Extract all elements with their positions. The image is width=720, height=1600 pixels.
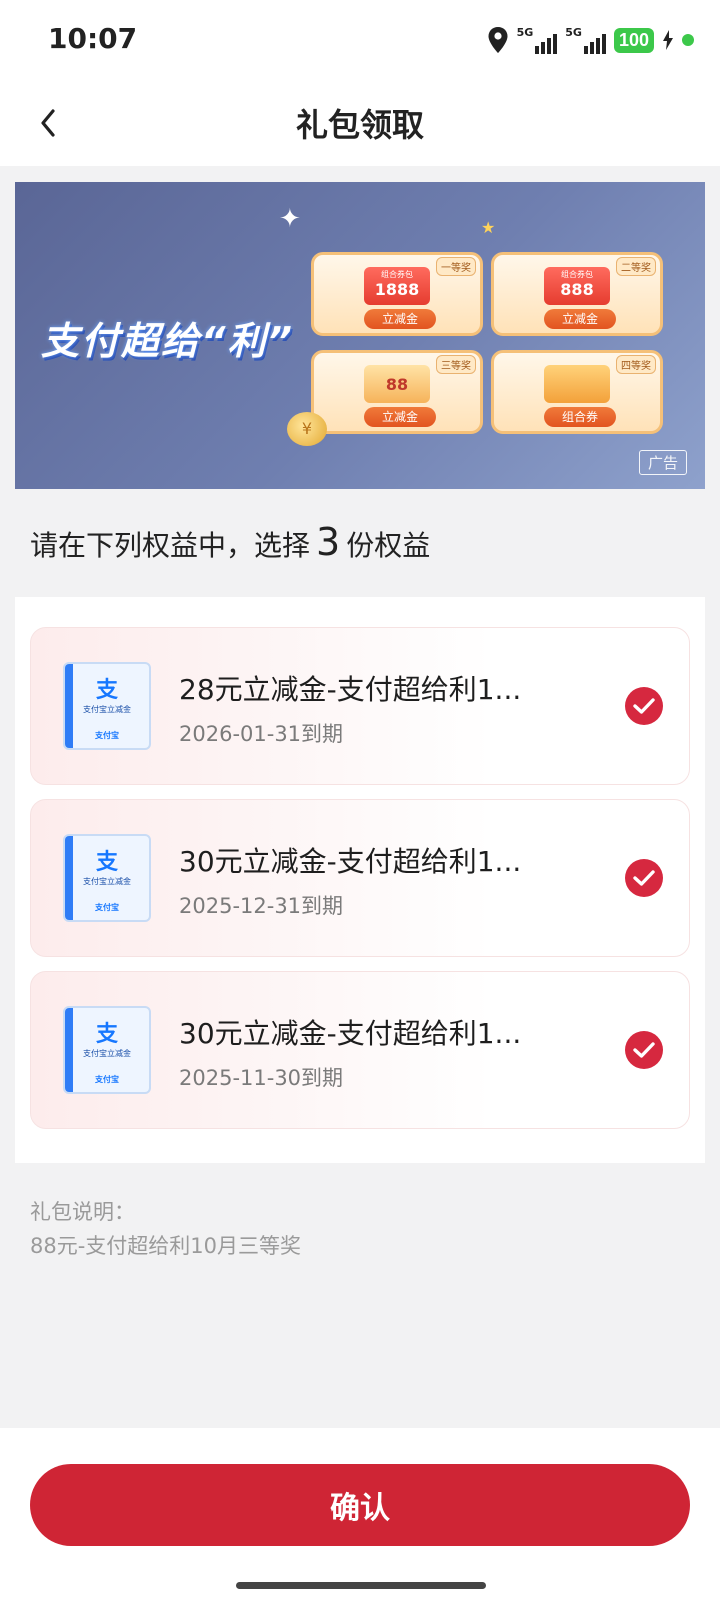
coin-icon: ¥ [287, 412, 327, 446]
gift-envelope-icon [544, 365, 610, 403]
status-time: 10:07 [48, 22, 138, 55]
page-title: 礼包领取 [295, 106, 424, 144]
status-bar: 10:07 5G 5G 100 [0, 0, 720, 80]
reward-item[interactable]: 支 支付宝立减金 支付宝 28元立减金-支付超给利1... 2026-01-31… [30, 627, 690, 785]
nav-bar: 礼包领取 [0, 80, 720, 166]
selection-count: 3 [316, 520, 341, 564]
alipay-coupon-icon: 支 支付宝立减金 支付宝 [63, 662, 151, 750]
thumb-logo: 支付宝 [95, 1075, 119, 1084]
reward-item[interactable]: 支 支付宝立减金 支付宝 30元立减金-支付超给利1... 2025-11-30… [30, 971, 690, 1129]
reward-expiry: 2025-12-31到期 [179, 894, 344, 918]
reward-list: 支 支付宝立减金 支付宝 28元立减金-支付超给利1... 2026-01-31… [15, 597, 705, 1163]
prize-button: 立减金 [364, 309, 436, 329]
bottom-bar: 确认 [0, 1428, 720, 1600]
network-label: 5G [565, 26, 582, 39]
prize-card-fourth: 四等奖 组合券 [491, 350, 663, 434]
alipay-coupon-icon: 支 支付宝立减金 支付宝 [63, 834, 151, 922]
gift-description-label: 礼包说明： [30, 1200, 135, 1224]
thumb-label: 支付宝立减金 [83, 877, 131, 886]
prize-box: 组合券包 1888 [364, 267, 430, 305]
selection-instruction: 请在下列权益中，选择 3 份权益 [30, 520, 430, 564]
status-icons: 5G 5G 100 [487, 22, 694, 58]
battery-icon: 100 [613, 27, 654, 53]
reward-title: 30元立减金-支付超给利1... [179, 1017, 522, 1050]
prize-box-label: 组合券包 [381, 270, 413, 279]
reward-title: 28元立减金-支付超给利1... [179, 673, 522, 706]
ad-badge: 广告 [638, 450, 687, 475]
signal-icon: 5G [517, 26, 558, 54]
checkmark-icon[interactable] [625, 859, 663, 897]
charging-icon [663, 30, 673, 50]
prize-button: 立减金 [544, 309, 616, 329]
instruction-suffix: 份权益 [346, 529, 431, 562]
promo-banner[interactable]: ✦ ★ 支付超给“利” 一等奖 组合券包 1888 立减金 二等奖 组合券包 8… [15, 182, 705, 489]
prize-rank: 一等奖 [436, 257, 476, 276]
checkmark-icon[interactable] [625, 1031, 663, 1069]
reward-expiry: 2025-11-30到期 [179, 1066, 344, 1090]
alipay-coupon-icon: 支 支付宝立减金 支付宝 [63, 1006, 151, 1094]
thumb-logo: 支付宝 [95, 731, 119, 740]
prize-rank: 四等奖 [616, 355, 656, 374]
thumb-logo: 支付宝 [95, 903, 119, 912]
confirm-button[interactable]: 确认 [30, 1464, 690, 1546]
reward-expiry: 2026-01-31到期 [179, 722, 344, 746]
prize-box-value: 888 [560, 280, 594, 299]
gift-description-text: 88元-支付超给利10月三等奖 [30, 1234, 302, 1258]
star-icon: ★ [481, 218, 496, 237]
reward-title: 30元立减金-支付超给利1... [179, 845, 522, 878]
prize-rank: 三等奖 [436, 355, 476, 374]
prize-rank: 二等奖 [616, 257, 656, 276]
prize-box: 组合券包 888 [544, 267, 610, 305]
checkmark-icon[interactable] [625, 687, 663, 725]
prize-box-value: 1888 [374, 280, 420, 299]
banner-slogan: 支付超给“利” [41, 319, 294, 363]
prize-box-value: 88 [385, 375, 409, 394]
prize-button: 组合券 [544, 407, 616, 427]
network-label: 5G [516, 26, 534, 39]
privacy-indicator-icon [682, 34, 694, 46]
location-icon [488, 27, 508, 53]
thumb-label: 支付宝立减金 [83, 1049, 131, 1058]
reward-item[interactable]: 支 支付宝立减金 支付宝 30元立减金-支付超给利1... 2025-12-31… [30, 799, 690, 957]
prize-card-second: 二等奖 组合券包 888 立减金 [491, 252, 663, 336]
prize-box-label: 组合券包 [561, 270, 593, 279]
prize-card-first: 一等奖 组合券包 1888 立减金 [311, 252, 483, 336]
home-indicator[interactable] [236, 1582, 486, 1589]
sparkle-icon: ✦ [279, 204, 301, 234]
prize-box: 88 [364, 365, 430, 403]
instruction-prefix: 请在下列权益中，选择 [30, 529, 311, 562]
prize-card-third: 三等奖 88 立减金 [311, 350, 483, 434]
thumb-label: 支付宝立减金 [83, 705, 131, 714]
signal-icon: 5G [565, 26, 606, 54]
prize-button: 立减金 [364, 407, 436, 427]
